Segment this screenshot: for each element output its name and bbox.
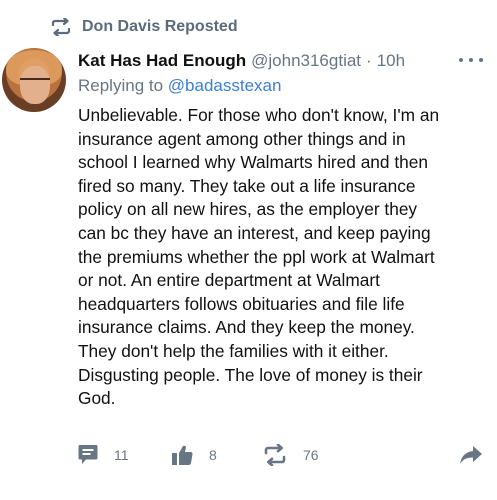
thumbs-up-icon	[172, 445, 193, 466]
repost-icon	[51, 18, 71, 36]
more-dot	[469, 58, 473, 62]
like-button[interactable]: 8	[171, 444, 217, 466]
like-count: 8	[209, 447, 217, 463]
share-arrow-icon	[460, 446, 482, 464]
avatar[interactable]	[2, 48, 66, 112]
action-bar: 11 8 76	[0, 444, 497, 472]
author-name[interactable]: Kat Has Had Enough	[78, 51, 246, 71]
replying-to-line: Replying to @badasstexan	[78, 76, 281, 98]
post-body: Unbelievable. For those who don't know, …	[78, 105, 440, 409]
author-handle[interactable]: @john316gtiat	[251, 51, 361, 71]
share-button[interactable]	[459, 444, 483, 466]
more-dots-icon[interactable]	[459, 58, 483, 66]
repost-indicator[interactable]: Don Davis Reposted	[50, 16, 238, 38]
post-header: Kat Has Had Enough @john316gtiat · 10h	[78, 50, 477, 72]
comment-icon	[78, 445, 98, 464]
repost-count: 76	[303, 447, 319, 463]
header-separator: ·	[366, 51, 372, 70]
post-time[interactable]: 10h	[377, 51, 405, 71]
comment-count: 11	[114, 447, 129, 463]
repost-button[interactable]: 76	[263, 444, 319, 466]
repost-icon	[264, 444, 286, 466]
replying-prefix: Replying to	[78, 76, 164, 95]
more-dot	[479, 58, 483, 62]
more-dot	[459, 58, 463, 62]
comment-button[interactable]: 11	[78, 444, 129, 466]
avatar-glasses	[20, 78, 50, 87]
repost-label: Don Davis Reposted	[82, 18, 238, 35]
replying-to-mention[interactable]: @badasstexan	[168, 76, 282, 95]
